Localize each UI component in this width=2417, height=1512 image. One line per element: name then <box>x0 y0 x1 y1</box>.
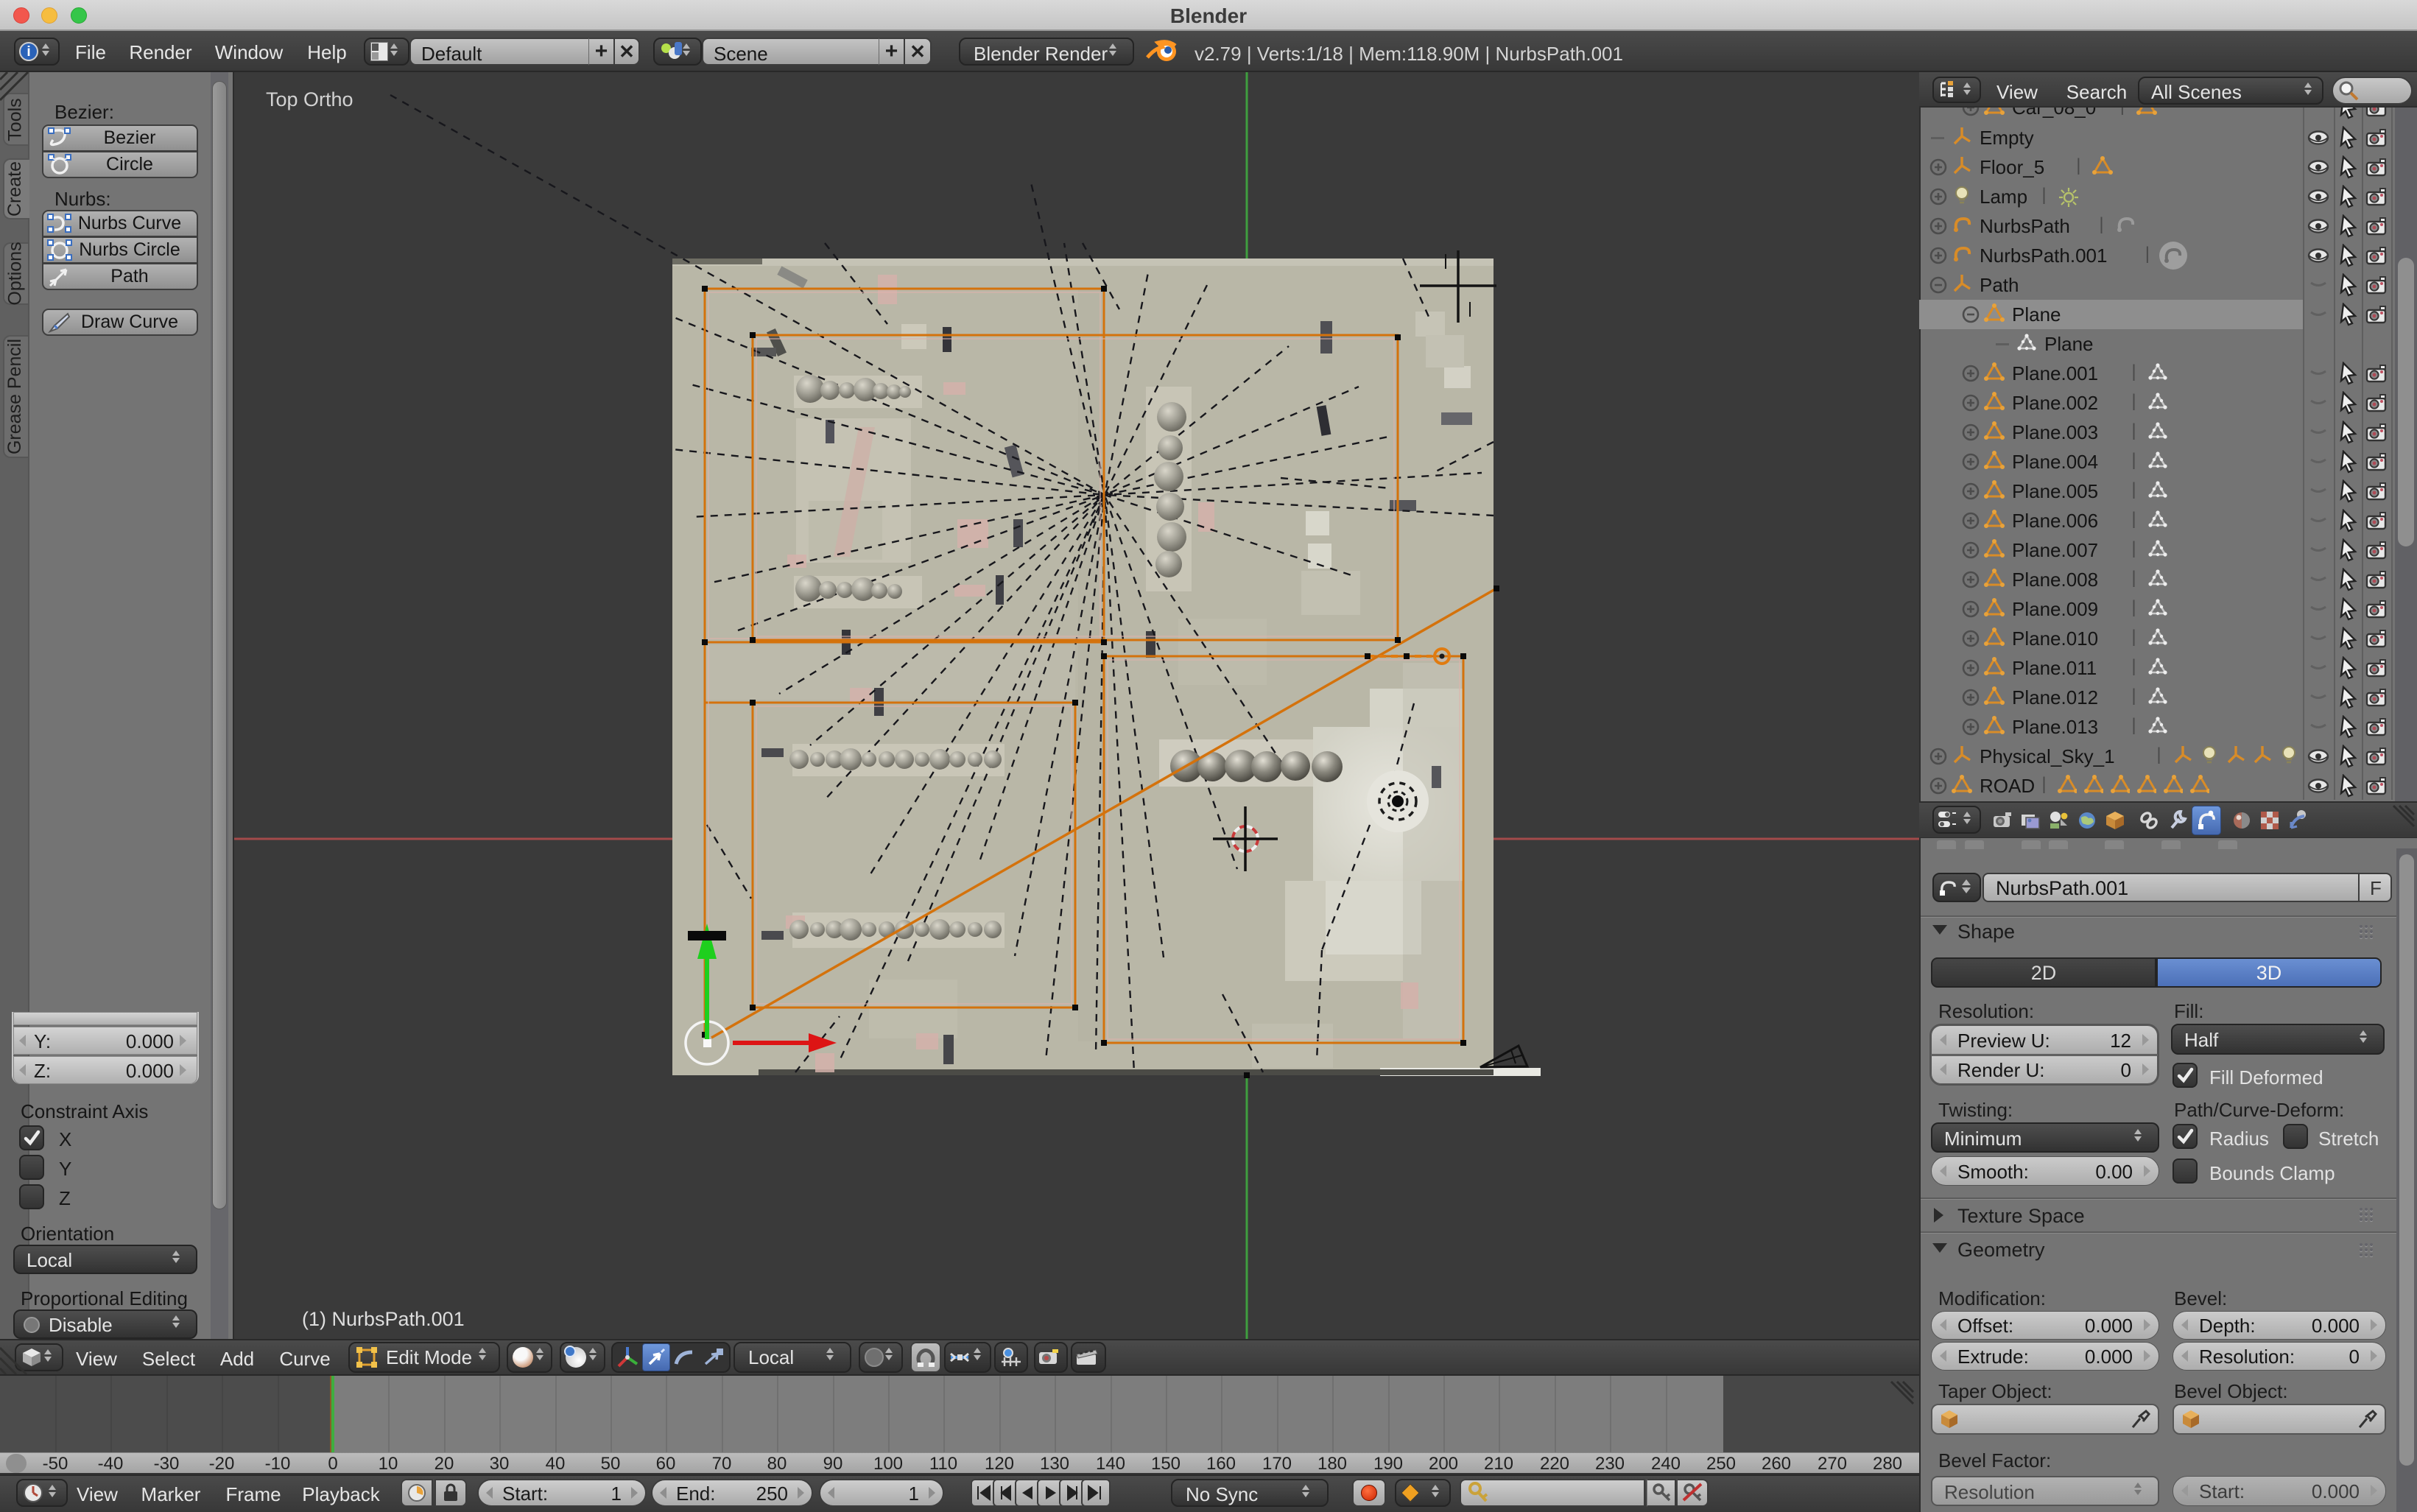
svg-text:(1) NurbsPath.001: (1) NurbsPath.001 <box>302 1308 465 1330</box>
svg-text:Top Ortho: Top Ortho <box>266 88 353 110</box>
